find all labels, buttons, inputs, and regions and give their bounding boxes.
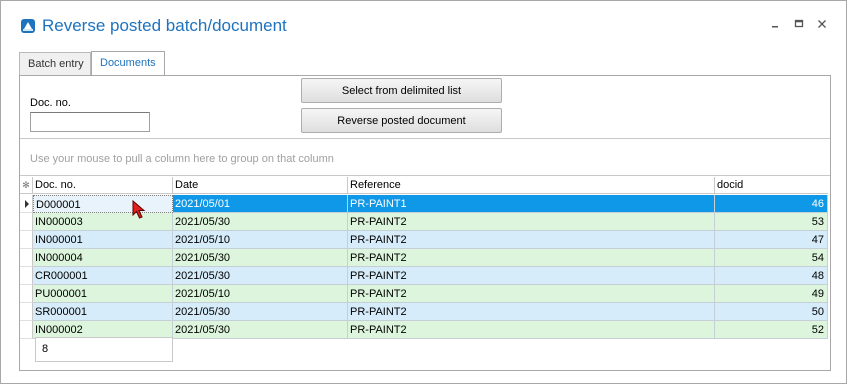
cell-date[interactable]: 2021/05/30 <box>173 249 348 267</box>
cell-date[interactable]: 2021/05/30 <box>173 321 348 339</box>
cell-date[interactable]: 2021/05/10 <box>173 231 348 249</box>
cell-reference[interactable]: PR-PAINT1 <box>348 195 715 213</box>
cell-docno[interactable]: IN000004 <box>33 249 173 267</box>
maximize-icon[interactable] <box>792 17 806 31</box>
docno-label: Doc. no. <box>30 97 71 109</box>
cell-reference[interactable]: PR-PAINT2 <box>348 303 715 321</box>
table-row[interactable]: IN000004 2021/05/30 PR-PAINT2 54 <box>20 249 828 267</box>
table-row[interactable]: IN000001 2021/05/10 PR-PAINT2 47 <box>20 231 828 249</box>
select-from-list-button[interactable]: Select from delimited list <box>301 78 502 103</box>
column-header-docno[interactable]: Doc. no. <box>33 177 173 194</box>
row-current-indicator[interactable] <box>20 195 33 213</box>
row-indicator[interactable] <box>20 321 33 339</box>
cell-docid[interactable]: 54 <box>715 249 828 267</box>
column-header-docid[interactable]: docid <box>715 177 828 194</box>
cell-reference[interactable]: PR-PAINT2 <box>348 213 715 231</box>
cell-date[interactable]: 2021/05/01 <box>173 195 348 213</box>
table-row[interactable]: CR000001 2021/05/30 PR-PAINT2 48 <box>20 267 828 285</box>
cell-docid[interactable]: 46 <box>715 195 828 213</box>
cell-docid[interactable]: 53 <box>715 213 828 231</box>
documents-panel: Doc. no. Select from delimited list Reve… <box>19 75 831 371</box>
cell-reference[interactable]: PR-PAINT2 <box>348 231 715 249</box>
cell-reference[interactable]: PR-PAINT2 <box>348 249 715 267</box>
column-header-date[interactable]: Date <box>173 177 348 194</box>
group-by-panel[interactable]: Use your mouse to pull a column here to … <box>20 140 830 176</box>
table-row[interactable]: SR000001 2021/05/30 PR-PAINT2 50 <box>20 303 828 321</box>
row-indicator[interactable] <box>20 285 33 303</box>
cell-date[interactable]: 2021/05/10 <box>173 285 348 303</box>
cell-reference[interactable]: PR-PAINT2 <box>348 321 715 339</box>
cell-date[interactable]: 2021/05/30 <box>173 303 348 321</box>
table-row[interactable]: PU000001 2021/05/10 PR-PAINT2 49 <box>20 285 828 303</box>
close-icon[interactable] <box>815 17 829 31</box>
cell-docno[interactable]: D000001 <box>33 195 173 213</box>
docno-input[interactable] <box>30 112 150 132</box>
tab-documents[interactable]: Documents <box>91 51 165 76</box>
cell-docno[interactable]: CR000001 <box>33 267 173 285</box>
group-by-hint: Use your mouse to pull a column here to … <box>30 153 334 165</box>
minimize-icon[interactable] <box>768 17 782 31</box>
cell-reference[interactable]: PR-PAINT2 <box>348 267 715 285</box>
cell-docid[interactable]: 50 <box>715 303 828 321</box>
cell-docid[interactable]: 48 <box>715 267 828 285</box>
cell-docno[interactable]: IN000001 <box>33 231 173 249</box>
title-bar: Reverse posted batch/document <box>1 1 846 45</box>
row-indicator[interactable] <box>20 267 33 285</box>
grid-header: ✻ Doc. no. Date Reference docid <box>20 177 828 194</box>
app-icon <box>21 19 35 33</box>
record-count-box: 8 <box>35 337 173 362</box>
mouse-pointer-icon <box>132 200 146 219</box>
cell-docno[interactable]: SR000001 <box>33 303 173 321</box>
row-indicator[interactable] <box>20 249 33 267</box>
cell-date[interactable]: 2021/05/30 <box>173 267 348 285</box>
cell-docno[interactable]: IN000003 <box>33 213 173 231</box>
cell-docno[interactable]: PU000001 <box>33 285 173 303</box>
tab-batch-entry[interactable]: Batch entry <box>19 52 91 75</box>
cell-docid[interactable]: 49 <box>715 285 828 303</box>
row-indicator[interactable] <box>20 303 33 321</box>
column-chooser-icon[interactable]: ✻ <box>20 177 33 194</box>
cell-reference[interactable]: PR-PAINT2 <box>348 285 715 303</box>
column-header-reference[interactable]: Reference <box>348 177 715 194</box>
filter-area: Doc. no. Select from delimited list Reve… <box>20 76 830 139</box>
cell-docid[interactable]: 52 <box>715 321 828 339</box>
row-indicator[interactable] <box>20 213 33 231</box>
row-indicator[interactable] <box>20 231 33 249</box>
reverse-posted-window: Reverse posted batch/document Batch entr… <box>0 0 847 384</box>
cell-date[interactable]: 2021/05/30 <box>173 213 348 231</box>
window-title: Reverse posted batch/document <box>42 16 287 35</box>
reverse-document-button[interactable]: Reverse posted document <box>301 108 502 133</box>
cell-docid[interactable]: 47 <box>715 231 828 249</box>
row-pointer-icon <box>25 200 29 208</box>
